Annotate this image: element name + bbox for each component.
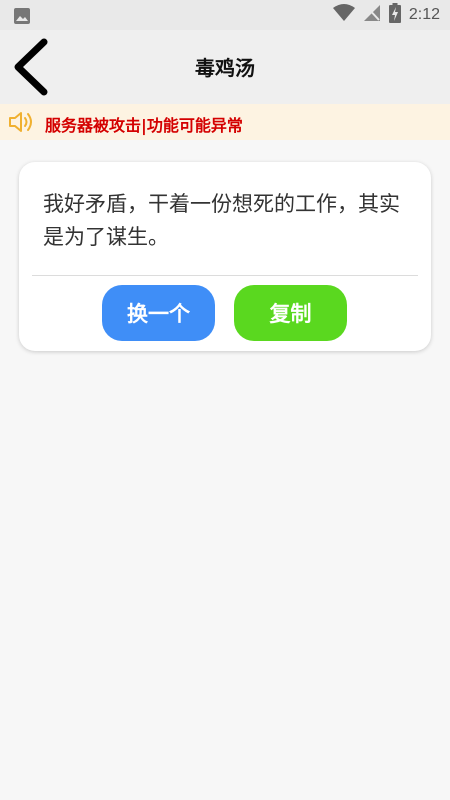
status-bar: 2:12 [0,0,450,30]
app-bar: 毒鸡汤 [0,30,450,104]
divider [32,275,418,276]
wifi-icon [332,4,363,26]
quote-card: 我好矛盾，干着一份想死的工作，其实是为了谋生。 换一个 复制 [19,162,431,351]
battery-charging-icon [388,3,409,27]
notice-text: 服务器被攻击|功能可能异常 [45,116,243,135]
page-title: 毒鸡汤 [195,56,255,80]
status-icons: 2:12 [332,3,440,27]
copy-button[interactable]: 复制 [234,285,347,341]
quote-text: 我好矛盾，干着一份想死的工作，其实是为了谋生。 [43,192,400,249]
speaker-icon [8,110,36,138]
image-icon [14,8,30,28]
no-signal-icon [363,4,389,26]
status-time: 2:12 [408,6,440,23]
notice-bar: 服务器被攻击|功能可能异常 [0,104,450,140]
next-quote-button[interactable]: 换一个 [102,285,215,341]
